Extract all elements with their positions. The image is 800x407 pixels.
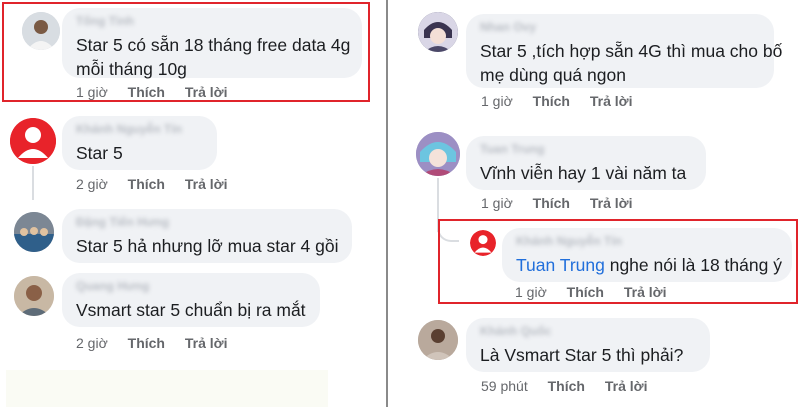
reply-button[interactable]: Trả lời — [590, 93, 633, 109]
author-name[interactable]: Khánh Nguyễn Tín — [76, 122, 182, 136]
reply-button[interactable]: Trả lời — [590, 195, 633, 211]
like-button[interactable]: Thích — [533, 93, 570, 109]
comment-bubble[interactable]: Quang Hưng Vsmart star 5 chuẩn bị ra mắt — [62, 273, 320, 327]
like-button[interactable]: Thích — [548, 378, 585, 394]
comment-text: Star 5 ,tích hợp sẵn 4G thì mua cho bố m… — [480, 39, 782, 87]
default-user-icon — [10, 118, 56, 164]
anime-avatar-icon — [416, 132, 460, 176]
comment-text: Vsmart star 5 chuẩn bị ra mắt — [76, 300, 306, 320]
comment-bubble[interactable]: Đặng Tiến Hưng Star 5 hả nhưng lỡ mua st… — [62, 209, 352, 263]
comment-input-area[interactable] — [6, 370, 328, 407]
comment-time[interactable]: 2 giờ — [76, 176, 108, 192]
comment-actions: 1 giờ Thích Trả lời — [481, 195, 633, 211]
author-name[interactable]: Khánh Quốc — [480, 324, 551, 338]
comment-time[interactable]: 2 giờ — [76, 335, 108, 351]
avatar[interactable] — [416, 132, 460, 176]
author-name[interactable]: Nhan Ovy — [480, 20, 536, 34]
comment-text: Star 5 — [76, 143, 123, 163]
comment-actions: 59 phút Thích Trả lời — [481, 378, 647, 394]
highlight-box — [438, 219, 798, 304]
comment-bubble[interactable]: Khánh Nguyễn Tín Star 5 — [62, 116, 217, 170]
comment-text-line: Star 5 ,tích hợp sẵn 4G thì mua cho bố — [480, 41, 783, 61]
author-name[interactable]: Đặng Tiến Hưng — [76, 215, 169, 229]
comment-text-line: mẹ dùng quá ngon — [480, 65, 626, 85]
comment-time[interactable]: 59 phút — [481, 378, 528, 394]
thread-line — [32, 166, 34, 200]
avatar[interactable] — [14, 276, 54, 316]
highlight-box — [2, 2, 370, 102]
reply-button[interactable]: Trả lời — [605, 378, 648, 394]
avatar[interactable] — [418, 320, 458, 360]
comment-text: Vĩnh viễn hay 1 vài năm ta — [480, 163, 687, 183]
panel-divider — [386, 0, 388, 407]
avatar[interactable] — [14, 212, 54, 252]
comment-bubble[interactable]: Tuan Trung Vĩnh viễn hay 1 vài năm ta — [466, 136, 706, 190]
comment-time[interactable]: 1 giờ — [481, 93, 513, 109]
anime-avatar-icon — [418, 12, 458, 52]
author-name[interactable]: Tuan Trung — [480, 142, 544, 156]
comment-text: Star 5 hả nhưng lỡ mua star 4 gồi — [76, 236, 339, 256]
comment-bubble[interactable]: Khánh Quốc Là Vsmart Star 5 thì phải? — [466, 318, 710, 372]
comment-text: Là Vsmart Star 5 thì phải? — [480, 345, 684, 365]
like-button[interactable]: Thích — [128, 176, 165, 192]
comment-actions: 1 giờ Thích Trả lời — [481, 93, 633, 109]
like-button[interactable]: Thích — [533, 195, 570, 211]
group-photo-icon — [14, 212, 54, 252]
person-photo-icon — [14, 276, 54, 316]
reply-button[interactable]: Trả lời — [185, 176, 228, 192]
comment-actions: 2 giờ Thích Trả lời — [76, 176, 228, 192]
avatar[interactable] — [418, 12, 458, 52]
comment-bubble[interactable]: Nhan Ovy Star 5 ,tích hợp sẵn 4G thì mua… — [466, 14, 782, 88]
avatar[interactable] — [10, 118, 56, 164]
comment-actions: 2 giờ Thích Trả lời — [76, 335, 228, 351]
comment-time[interactable]: 1 giờ — [481, 195, 513, 211]
like-button[interactable]: Thích — [128, 335, 165, 351]
author-name[interactable]: Quang Hưng — [76, 279, 149, 293]
reply-button[interactable]: Trả lời — [185, 335, 228, 351]
person-photo-icon — [418, 320, 458, 360]
